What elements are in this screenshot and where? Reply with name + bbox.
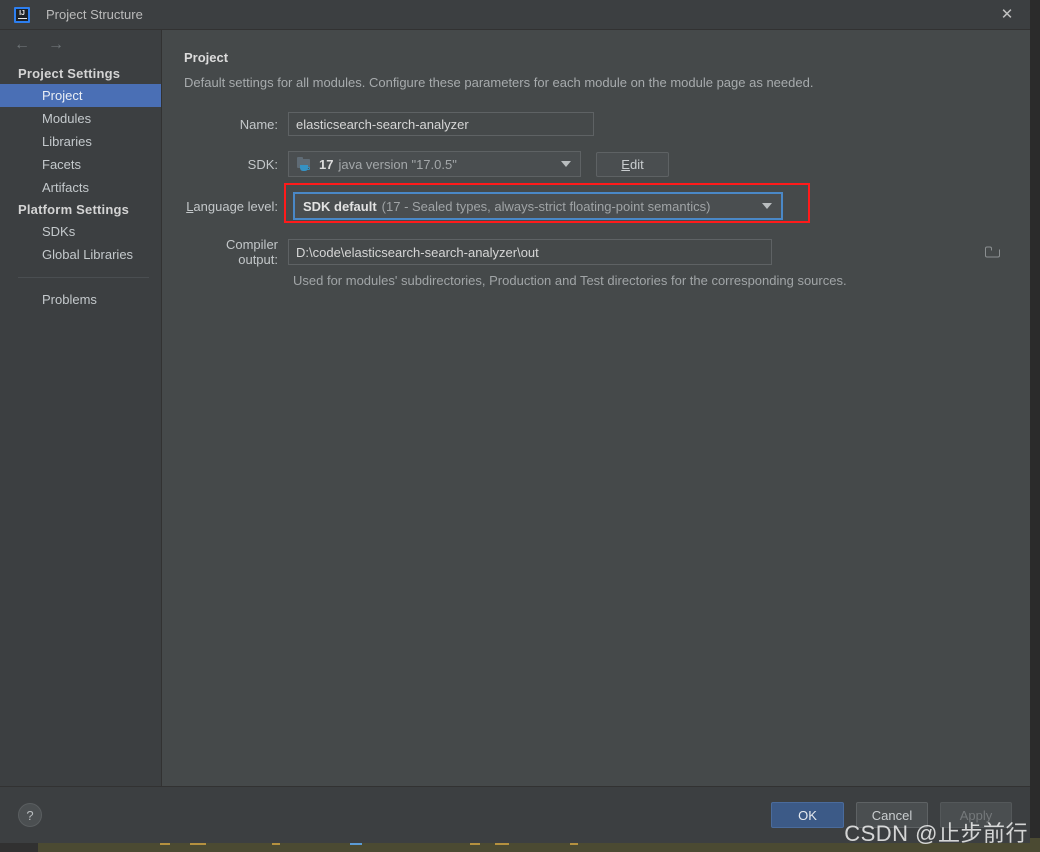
compiler-output-input[interactable]: D:\code\elasticsearch-search-analyzer\ou… xyxy=(288,239,772,265)
language-level-value: SDK default xyxy=(303,198,377,214)
ide-background-right-strip xyxy=(1030,0,1040,852)
chevron-down-icon[interactable] xyxy=(762,203,772,209)
cancel-button[interactable]: Cancel xyxy=(856,802,928,828)
apply-button: Apply xyxy=(940,802,1012,828)
sidebar-item-sdks[interactable]: SDKs xyxy=(0,220,161,243)
project-name-row: Name: elasticsearch-search-analyzer xyxy=(184,112,1008,136)
language-level-combobox[interactable]: SDK default (17 - Sealed types, always-s… xyxy=(293,192,783,220)
project-sdk-label: SDK: xyxy=(247,156,278,172)
language-level-label-text: anguage level: xyxy=(193,198,278,214)
settings-sidebar: ← → Project Settings Project Modules Lib… xyxy=(0,30,162,786)
project-name-input[interactable]: elasticsearch-search-analyzer xyxy=(288,112,594,136)
sidebar-group-project-settings: Project Settings xyxy=(18,66,121,81)
forward-arrow-icon[interactable]: → xyxy=(48,37,64,53)
window-title: Project Structure xyxy=(46,7,143,22)
java-sdk-icon xyxy=(297,157,313,171)
dialog-footer: ? OK Cancel Apply xyxy=(0,786,1030,843)
sidebar-item-facets[interactable]: Facets xyxy=(0,153,161,176)
project-structure-dialog: IJ Project Structure ✕ ← → Project Setti… xyxy=(0,0,1030,843)
sidebar-group-platform-settings: Platform Settings xyxy=(18,202,130,217)
sidebar-item-libraries[interactable]: Libraries xyxy=(0,130,161,153)
sidebar-item-list: Project Settings Project Modules Librari… xyxy=(0,60,161,311)
compiler-output-label: Compiler output: xyxy=(225,237,278,267)
folder-icon[interactable] xyxy=(985,246,1000,258)
compiler-output-row: Compiler output: D:\code\elasticsearch-s… xyxy=(184,237,1008,267)
dialog-body: ← → Project Settings Project Modules Lib… xyxy=(0,30,1030,786)
close-icon[interactable]: ✕ xyxy=(984,0,1030,29)
project-name-label: Name: xyxy=(239,116,278,132)
sidebar-item-artifacts[interactable]: Artifacts xyxy=(0,176,161,199)
footer-button-group: OK Cancel Apply xyxy=(771,802,1012,828)
edit-sdk-button-mnemonic: E xyxy=(621,156,630,172)
sidebar-item-problems[interactable]: Problems xyxy=(0,288,161,311)
compiler-output-hint: Used for modules' subdirectories, Produc… xyxy=(293,273,847,288)
sidebar-divider xyxy=(18,277,149,278)
sidebar-item-project[interactable]: Project xyxy=(0,84,161,107)
project-sdk-description: java version "17.0.5" xyxy=(338,156,457,172)
ok-button[interactable]: OK xyxy=(771,802,844,828)
folder-icon-body xyxy=(985,249,1000,258)
edit-sdk-button[interactable]: Edit xyxy=(596,151,669,177)
language-level-row: Language level: SDK default (17 - Sealed… xyxy=(184,183,1008,223)
sidebar-item-modules[interactable]: Modules xyxy=(0,107,161,130)
language-level-label: Language level: xyxy=(184,199,288,214)
sidebar-item-global-libraries[interactable]: Global Libraries xyxy=(0,243,161,266)
back-arrow-icon[interactable]: ← xyxy=(14,37,30,53)
help-button[interactable]: ? xyxy=(18,803,42,827)
edit-sdk-button-label: dit xyxy=(629,156,644,172)
page-subtitle: Default settings for all modules. Config… xyxy=(184,75,814,90)
java-sdk-icon-cup-handle xyxy=(307,167,310,170)
sidebar-navigation-bar: ← → xyxy=(0,30,161,60)
intellij-idea-icon: IJ xyxy=(14,6,30,23)
app-icon-bar xyxy=(17,17,27,20)
dialog-titlebar: IJ Project Structure ✕ xyxy=(0,0,1030,30)
chevron-down-icon[interactable] xyxy=(561,161,571,167)
project-sdk-row: SDK: 17 java version "17.0.5" Edit xyxy=(184,151,1008,177)
page-title: Project xyxy=(184,50,229,65)
language-level-detail: (17 - Sealed types, always-strict floati… xyxy=(381,198,711,214)
project-sdk-combobox[interactable]: 17 java version "17.0.5" xyxy=(288,151,581,177)
project-settings-panel: Project Default settings for all modules… xyxy=(162,30,1030,786)
project-sdk-version: 17 xyxy=(319,156,334,172)
app-icon-letters: IJ xyxy=(19,9,25,17)
